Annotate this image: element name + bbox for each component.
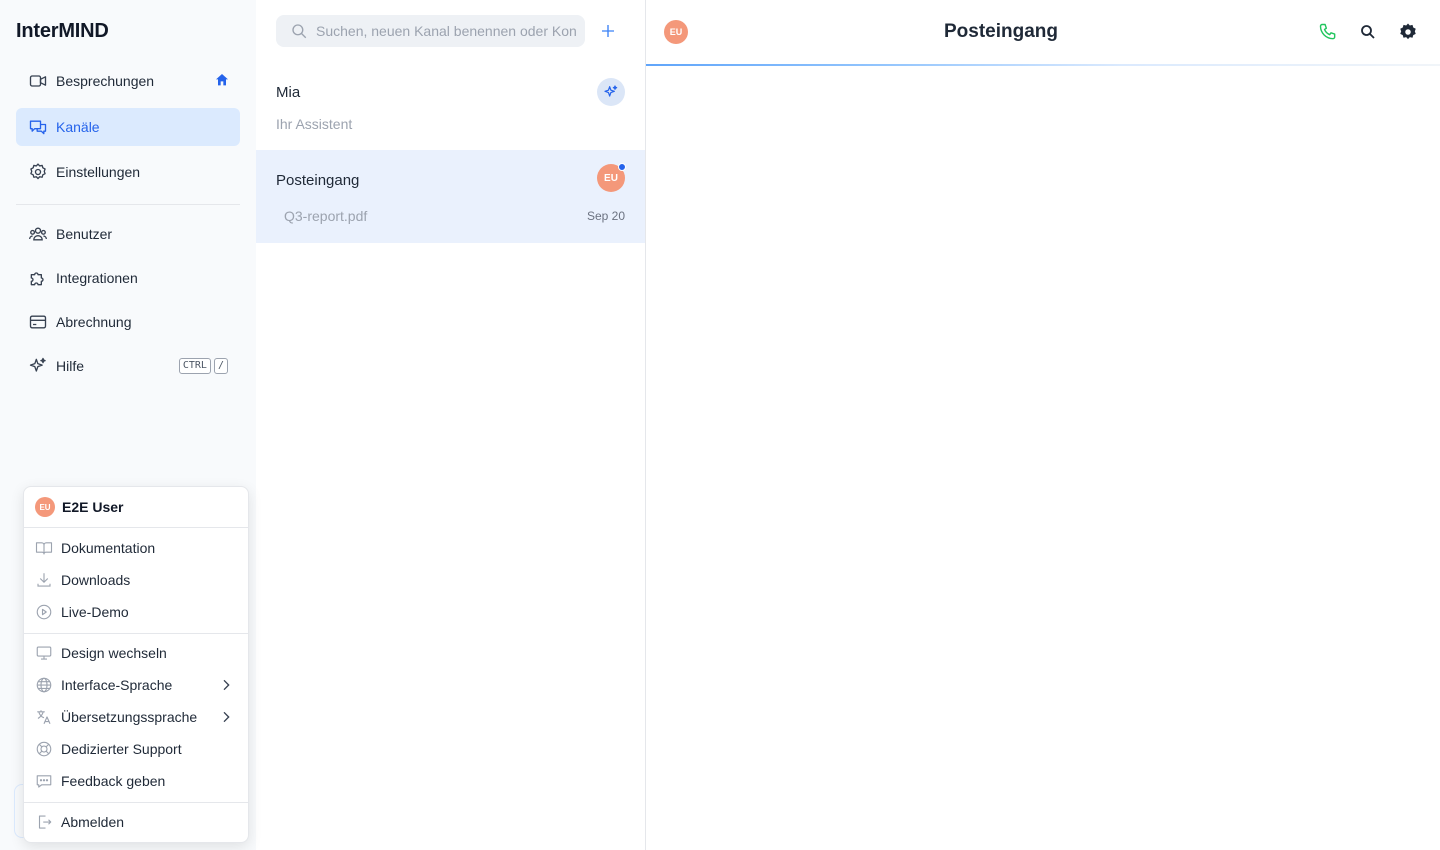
book-icon (35, 539, 53, 557)
channel-item-inbox[interactable]: Posteingang Q3-report.pdf Sep 20 EU (256, 150, 645, 243)
brand-logo: InterMIND (16, 20, 109, 42)
menu-item-downloads[interactable]: Downloads (24, 564, 248, 596)
user-menu-header: EU E2E User (24, 487, 248, 528)
menu-item-label: Abmelden (61, 814, 125, 830)
video-camera-icon (28, 71, 48, 91)
sparkles-icon (28, 356, 48, 376)
sidebar-item-label: Benutzer (56, 226, 113, 242)
sidebar-item-label: Kanäle (56, 119, 100, 135)
menu-item-dedicated-support[interactable]: Dedizierter Support (24, 733, 248, 765)
sidebar-item-label: Einstellungen (56, 164, 141, 180)
search-icon (290, 22, 308, 40)
sidebar-item-users[interactable]: Benutzer (16, 215, 240, 253)
user-menu: EU E2E User Dokumentation Downloads Live… (23, 486, 249, 843)
play-circle-icon (35, 603, 53, 621)
monitor-icon (35, 644, 53, 662)
credit-card-icon (28, 312, 48, 332)
sidebar-divider (16, 204, 240, 205)
puzzle-icon (28, 268, 48, 288)
home-icon[interactable] (214, 72, 230, 88)
user-name: E2E User (62, 499, 124, 515)
sidebar-item-help[interactable]: Hilfe CTRL / (16, 347, 240, 385)
search-box[interactable] (276, 15, 585, 47)
menu-divider (24, 802, 248, 803)
users-icon (28, 224, 48, 244)
channel-date: Sep 20 (586, 209, 625, 223)
main-header: EU Posteingang (646, 0, 1440, 64)
menu-item-label: Interface-Sprache (61, 677, 173, 693)
header-progress-line (646, 64, 1440, 66)
menu-item-live-demo[interactable]: Live-Demo (24, 596, 248, 628)
sidebar-item-channels[interactable]: Kanäle (16, 108, 240, 146)
add-channel-button[interactable] (596, 19, 620, 43)
chevron-right-icon (218, 709, 234, 725)
menu-item-label: Feedback geben (61, 773, 166, 789)
page-title: Posteingang (943, 21, 1058, 42)
avatar: EU (35, 497, 55, 517)
sidebar-item-billing[interactable]: Abrechnung (16, 303, 240, 341)
channel-list: Mia Ihr Assistent Posteingang Q3-report.… (256, 0, 646, 850)
menu-item-feedback[interactable]: Feedback geben (24, 765, 248, 797)
menu-item-label: Design wechseln (61, 645, 167, 661)
gear-icon (28, 162, 48, 182)
menu-item-label: Downloads (61, 572, 131, 588)
menu-item-documentation[interactable]: Dokumentation (24, 532, 248, 564)
menu-item-label: Dedizierter Support (61, 741, 182, 757)
chevron-right-icon (218, 677, 234, 693)
channel-name: Posteingang (276, 172, 360, 189)
sidebar-item-label: Besprechungen (56, 73, 155, 89)
search-icon[interactable] (1356, 20, 1380, 44)
chat-dots-icon (35, 772, 53, 790)
sidebar-item-meetings[interactable]: Besprechungen (16, 62, 240, 100)
menu-item-label: Dokumentation (61, 540, 156, 556)
unread-dot (618, 163, 626, 171)
phone-icon[interactable] (1316, 20, 1340, 44)
sidebar-item-label: Hilfe (56, 358, 85, 374)
menu-divider (24, 633, 248, 634)
globe-icon (35, 676, 53, 694)
kbd-key: CTRL (178, 358, 211, 374)
menu-item-label: Live-Demo (61, 604, 129, 620)
gear-icon[interactable] (1396, 20, 1420, 44)
sidebar-item-label: Integrationen (56, 270, 138, 286)
menu-item-label: Übersetzungssprache (61, 709, 198, 725)
download-icon (35, 571, 53, 589)
keyboard-shortcut: CTRL / (178, 358, 228, 374)
logout-icon (35, 813, 53, 831)
translate-icon (35, 708, 53, 726)
sidebar-item-label: Abrechnung (56, 314, 132, 330)
menu-item-translation-language[interactable]: Übersetzungssprache (24, 701, 248, 733)
menu-item-interface-language[interactable]: Interface-Sprache (24, 669, 248, 701)
channel-name: Mia (276, 84, 301, 101)
lifebuoy-icon (35, 740, 53, 758)
sidebar-item-integrations[interactable]: Integrationen (16, 259, 240, 297)
sidebar-item-settings[interactable]: Einstellungen (16, 153, 240, 191)
main-panel: EU Posteingang (646, 0, 1440, 850)
channel-item-mia[interactable]: Mia Ihr Assistent (256, 70, 645, 150)
channel-last-message: Q3-report.pdf (284, 208, 368, 224)
chat-bubbles-icon (28, 117, 48, 137)
kbd-key: / (213, 358, 228, 374)
menu-item-theme[interactable]: Design wechseln (24, 637, 248, 669)
channel-subtitle: Ihr Assistent (276, 116, 353, 132)
plus-icon (602, 25, 614, 37)
assistant-sparkles-icon (597, 78, 625, 106)
search-input[interactable] (316, 23, 576, 39)
menu-item-logout[interactable]: Abmelden (24, 806, 248, 838)
